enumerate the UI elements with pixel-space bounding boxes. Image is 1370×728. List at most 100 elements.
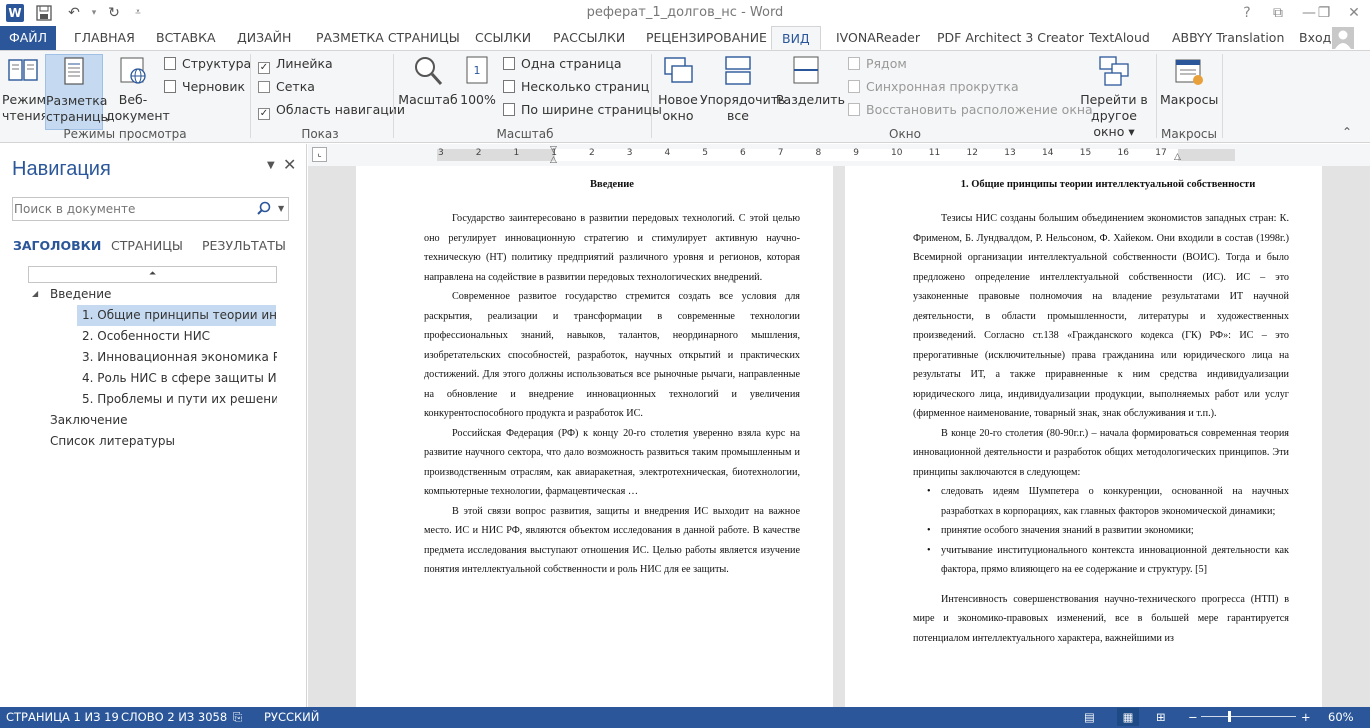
multiple-pages-button[interactable]: Несколько страниц — [503, 77, 649, 97]
web-layout-button[interactable]: Веб- документ — [106, 54, 170, 124]
proofing-icon[interactable]: ⎘ — [233, 710, 242, 725]
tab-insert[interactable]: ВСТАВКА — [156, 26, 216, 50]
show-group-label: Показ — [301, 127, 339, 141]
reset-window-button[interactable]: Восстановить расположение окна — [848, 100, 1093, 120]
nav-heading-4[interactable]: 4. Роль НИС в сфере защиты ИС — [82, 368, 277, 389]
ruler-number: 10 — [891, 148, 903, 158]
page-body: Государство заинтересовано в развитии пе… — [424, 209, 800, 580]
ruler-number: 2 — [475, 148, 482, 158]
nav-heading-3[interactable]: 3. Инновационная экономика Р... — [82, 347, 277, 368]
nav-tab-results[interactable]: РЕЗУЛЬТАТЫ — [202, 238, 286, 253]
switch-windows-button[interactable]: Перейти в другое окно ▾ — [1074, 54, 1154, 140]
zoom-level[interactable]: 60% — [1328, 710, 1354, 724]
nav-tab-headings[interactable]: ЗАГОЛОВКИ — [13, 238, 101, 253]
zoom-button[interactable]: Масштаб — [398, 54, 458, 108]
nav-tab-pages[interactable]: СТРАНИЦЫ — [111, 238, 183, 253]
close-window-icon[interactable]: ✕ — [1340, 2, 1368, 24]
hanging-indent-icon[interactable]: △ — [550, 155, 557, 165]
ruler-number: 11 — [928, 148, 941, 158]
switch-windows-icon — [1097, 54, 1131, 88]
search-icon[interactable] — [257, 201, 271, 218]
tab-review[interactable]: РЕЦЕНЗИРОВАНИЕ — [646, 26, 767, 50]
outline-button[interactable]: Структура — [164, 54, 251, 74]
one-page-label: Одна страница — [521, 56, 622, 71]
language-status[interactable]: РУССКИЙ — [264, 710, 319, 724]
collapse-heading-icon[interactable]: ◢ — [32, 289, 38, 298]
tab-ivonareader[interactable]: IVONAReader — [836, 26, 920, 50]
zoom-slider-track[interactable] — [1201, 716, 1296, 717]
new-window-button[interactable]: Новое окно — [656, 54, 700, 124]
read-mode-label-2: чтения — [2, 108, 49, 123]
paragraph: Современное развитое государство стремит… — [424, 291, 800, 419]
nav-heading-selected[interactable]: 1. Общие принципы теории инте... — [77, 305, 276, 326]
nav-close-icon[interactable]: ✕ — [283, 155, 296, 174]
zoom-out-icon[interactable]: − — [1188, 710, 1198, 724]
scroll-up-icon[interactable]: ⏶ — [28, 266, 277, 283]
read-mode-button[interactable]: Режим чтения — [2, 54, 49, 124]
tab-design[interactable]: ДИЗАЙН — [237, 26, 291, 50]
print-layout-button[interactable]: Разметка страницы — [45, 54, 110, 130]
help-icon[interactable]: ? — [1233, 2, 1261, 24]
switch-windows-label-2: другое окно ▾ — [1091, 108, 1137, 139]
word-count-status[interactable]: СЛОВО 2 ИЗ 3058 — [121, 710, 227, 724]
zoom-100-button[interactable]: 1 100% — [460, 54, 496, 108]
right-indent-icon[interactable]: △ — [1174, 152, 1181, 162]
ruler-number: 8 — [815, 148, 822, 158]
first-line-indent-icon[interactable]: ▽ — [550, 145, 557, 155]
gridlines-checkbox[interactable]: Сетка — [258, 77, 315, 97]
ruler-number: 4 — [664, 148, 671, 158]
bullet-icon: • — [927, 525, 931, 536]
side-by-side-button[interactable]: Рядом — [848, 54, 907, 74]
tab-selector-icon[interactable]: ⌞ — [312, 147, 327, 162]
tab-view[interactable]: ВИД — [771, 26, 821, 50]
tab-home[interactable]: ГЛАВНАЯ — [74, 26, 135, 50]
ruler-number: 17 — [1155, 148, 1167, 158]
tab-mailings[interactable]: РАССЫЛКИ — [553, 26, 625, 50]
page-count-status[interactable]: СТРАНИЦА 1 ИЗ 19 — [6, 710, 119, 724]
restore-icon[interactable]: ❐ — [1310, 2, 1338, 24]
ribbon-display-icon[interactable]: ⧉ — [1264, 2, 1292, 24]
page-1[interactable]: Введение Государство заинтересовано в ра… — [356, 166, 833, 707]
search-dropdown-icon[interactable]: ▼ — [278, 204, 284, 213]
web-layout-view-icon[interactable]: ⊞ — [1156, 710, 1166, 724]
sync-scroll-button[interactable]: Синхронная прокрутка — [848, 77, 1019, 97]
nav-heading-2[interactable]: 2. Особенности НИС — [82, 326, 277, 347]
split-button[interactable]: Разделить — [776, 54, 845, 108]
tab-page-layout[interactable]: РАЗМЕТКА СТРАНИЦЫ — [316, 26, 460, 50]
tab-file[interactable]: ФАЙЛ — [0, 26, 56, 50]
reset-window-icon — [848, 103, 860, 116]
page-2[interactable]: 1. Общие принципы теории интеллектуально… — [845, 166, 1322, 707]
nav-heading-conclusion[interactable]: Заключение — [50, 410, 275, 431]
bullet-text: принятие особого значения знаний в разви… — [941, 525, 1194, 536]
read-mode-view-icon[interactable]: ▤ — [1084, 710, 1095, 724]
nav-heading-intro[interactable]: Введение — [50, 284, 275, 305]
nav-heading-bibliography[interactable]: Список литературы — [50, 431, 275, 452]
tab-textaloud[interactable]: TextAloud — [1089, 26, 1150, 50]
bullet-text: учитывание институционального контекста … — [941, 544, 1289, 576]
nav-heading-5[interactable]: 5. Проблемы и пути их решения... — [82, 389, 277, 410]
zoom-group-label: Масштаб — [496, 127, 554, 141]
bullet-item: • учитывание институционального контекста… — [927, 541, 1289, 580]
zoom-in-icon[interactable]: + — [1301, 710, 1311, 724]
ruler-number: 3 — [438, 148, 444, 158]
bullet-text: следовать идеям Шумпетера о конкуренции,… — [941, 486, 1289, 517]
nav-pane-checkbox[interactable]: ✓ Область навигации — [258, 100, 405, 120]
tab-references[interactable]: ССЫЛКИ — [475, 26, 531, 50]
nav-options-icon[interactable]: ▼ — [267, 160, 275, 171]
sign-in-link[interactable]: Вход — [1299, 26, 1331, 50]
print-layout-view-icon[interactable]: ▦ — [1117, 708, 1139, 726]
user-avatar[interactable] — [1332, 27, 1354, 49]
zoom-label: Масштаб — [398, 92, 458, 107]
tab-pdf-architect[interactable]: PDF Architect 3 Creator — [937, 26, 1084, 50]
tab-abbyy-translation[interactable]: ABBYY Translation — [1172, 26, 1284, 50]
collapse-ribbon-icon[interactable]: ⌃ — [1342, 125, 1352, 139]
page-width-button[interactable]: По ширине страницы — [503, 100, 662, 120]
macros-button[interactable]: Макросы — [1160, 54, 1218, 108]
multiple-pages-icon — [503, 80, 515, 93]
ruler-checkbox[interactable]: ✓ Линейка — [258, 54, 333, 74]
arrange-all-button[interactable]: Упорядочить все — [700, 54, 785, 124]
one-page-button[interactable]: Одна страница — [503, 54, 622, 74]
zoom-slider-thumb[interactable] — [1228, 711, 1231, 722]
nav-search-input[interactable] — [14, 199, 250, 219]
draft-button[interactable]: Черновик — [164, 77, 245, 97]
